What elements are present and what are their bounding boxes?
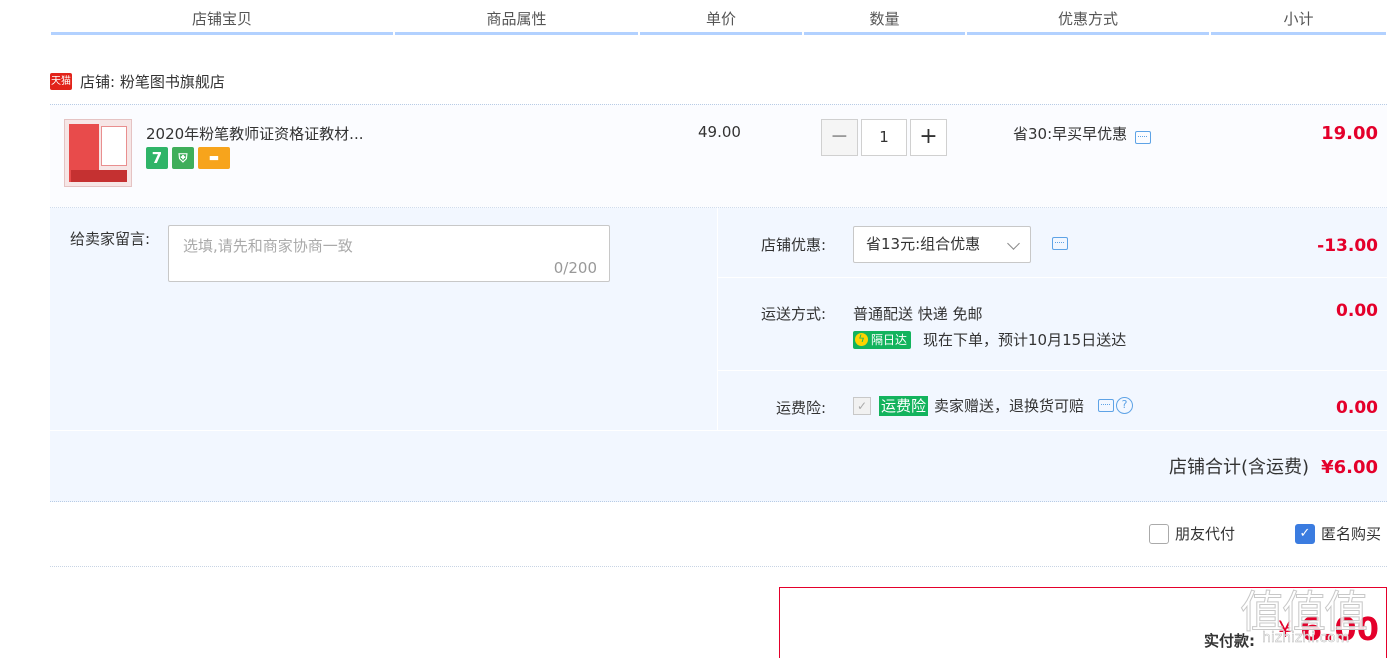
item-promotion: 省30:早买早优惠 [1013,123,1152,144]
shop-name-link[interactable]: 店铺: 粉笔图书旗舰店 [80,71,225,92]
shipping-method: 普通配送 快递 免邮 [853,305,983,323]
anonymous-option[interactable]: ✓ 匿名购买 [1295,523,1381,544]
quantity-decrease-button[interactable]: − [821,119,858,156]
promotion-text: 省30:早买早优惠 [1013,125,1128,143]
header-col-item: 店铺宝贝 [50,0,394,36]
anonymous-label: 匿名购买 [1321,525,1382,543]
header-col-discount: 优惠方式 [966,0,1210,36]
seven-day-return-icon[interactable]: 7 [146,147,168,169]
chat-icon[interactable] [1098,399,1115,412]
next-day-badge: ϟ 隔日达 [853,330,912,349]
friend-pay-label: 朋友代付 [1175,525,1236,543]
message-label: 给卖家留言: [70,230,151,248]
chat-icon[interactable] [1135,131,1152,144]
insurance-amount: 0.00 [1336,398,1378,418]
item-subtotal: 19.00 [1321,123,1378,144]
insurance-badge: 运费险 [879,395,929,416]
product-title-link[interactable]: 2020年粉笔教师证资格证教材... [146,123,363,144]
order-detail-panel: 给卖家留言: 选填,请先和商家协商一致 0/200 店铺优惠: 省13元:组合优… [50,208,1387,502]
product-thumbnail[interactable] [64,119,132,187]
quantity-increase-button[interactable]: + [910,119,947,156]
order-table-header: 店铺宝贝 商品属性 单价 数量 优惠方式 小计 [50,0,1387,36]
quantity-stepper: − 1 + [821,119,947,156]
tmall-icon: 天猫 [50,72,72,90]
next-day-badge-label: 隔日达 [871,333,908,347]
header-col-unit-price: 单价 [639,0,803,36]
seller-message-textarea[interactable]: 选填,请先和商家协商一致 0/200 [168,225,610,282]
friend-pay-option[interactable]: 朋友代付 [1149,523,1235,544]
shop-discount-select[interactable]: 省13元:组合优惠 [853,226,1031,263]
shop-discount-amount: -13.00 [1317,236,1378,256]
credit-card-icon[interactable]: ▬ [198,147,230,169]
shipping-label: 运送方式: [760,305,826,323]
insurance-description: 卖家赠送，退换货可赔 [934,397,1085,415]
unit-price: 49.00 [698,123,741,141]
lightning-icon: ϟ [855,333,868,346]
shipping-amount: 0.00 [1336,301,1378,321]
checkout-options: 朋友代付 ✓ 匿名购买 [50,503,1387,567]
service-icons: 7 ⛨ ▬ [146,147,230,169]
header-col-attributes: 商品属性 [394,0,639,36]
quantity-input[interactable]: 1 [861,119,907,156]
watermark-url: hizhizhi.com [1262,630,1350,647]
shop-total: 店铺合计(含运费) ¥6.00 [1169,453,1378,479]
guarantee-icon[interactable]: ⛨ [172,147,194,169]
shipping-eta: 现在下单，预计10月15日送达 [923,331,1127,349]
shipping-eta-line: ϟ 隔日达 现在下单，预计10月15日送达 [853,329,1126,350]
insurance-label: 运费险: [775,399,826,417]
shop-total-amount: ¥6.00 [1321,457,1378,478]
shop-discount-selected: 省13元:组合优惠 [866,235,981,253]
friend-pay-checkbox[interactable] [1149,523,1169,544]
header-col-subtotal: 小计 [1210,0,1387,36]
header-col-quantity: 数量 [803,0,966,36]
shop-line: 天猫 店铺: 粉笔图书旗舰店 [50,70,225,92]
chevron-down-icon [1007,237,1020,250]
chat-icon[interactable] [1052,237,1068,250]
shop-total-label: 店铺合计(含运费) [1169,457,1310,478]
message-placeholder: 选填,请先和商家协商一致 [183,237,353,255]
help-icon[interactable]: ? [1116,397,1134,414]
insurance-checkbox[interactable]: ✓ [853,396,871,415]
message-char-counter: 0/200 [553,259,597,277]
insurance-line: ✓ 运费险 卖家赠送，退换货可赔 ? [853,395,1134,416]
order-item-row: 2020年粉笔教师证资格证教材... 7 ⛨ ▬ 49.00 − 1 + 省30… [50,104,1387,208]
shop-discount-label: 店铺优惠: [760,236,826,254]
anonymous-checkbox[interactable]: ✓ [1295,523,1315,544]
